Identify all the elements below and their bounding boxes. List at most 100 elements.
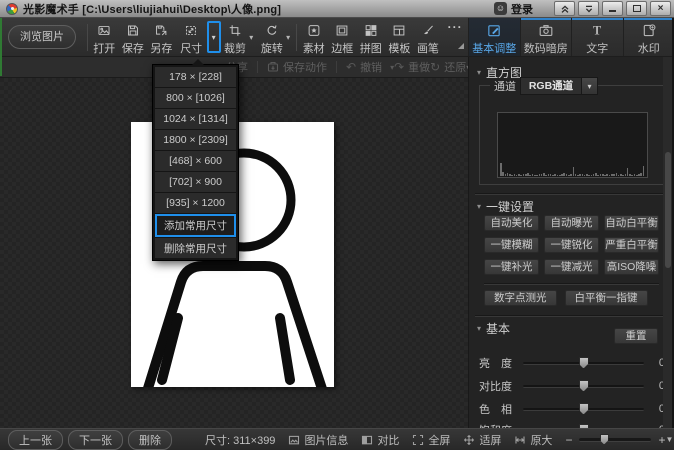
menu-item-size[interactable]: [702] × 900 [155,172,236,192]
auto-exposure-button[interactable]: 自动曝光 [544,215,599,231]
slider-thumb[interactable] [579,403,589,415]
size-dropdown-button[interactable]: ▾ [207,21,221,53]
save-action-button[interactable]: 保存动作 [267,59,327,75]
fit-screen-button[interactable]: 适屏 [463,432,501,448]
compare-button[interactable]: 对比 [361,432,399,448]
tab-label: 水印 [638,40,660,56]
more-tools-button[interactable]: ··· [442,18,468,56]
frame-label: 边框 [331,40,353,56]
expand-panel-button[interactable]: ▼ 展开(1) [665,418,674,450]
crop-dropdown-button[interactable]: ▾ [249,18,257,56]
save-button[interactable]: 保存 [119,18,148,56]
zoom-slider-thumb[interactable] [600,434,609,445]
one-key-reduce-light-button[interactable]: 一键减光 [544,259,599,275]
previous-image-button[interactable]: 上一张 [8,430,63,450]
next-image-button[interactable]: 下一张 [68,430,123,450]
browse-images-button[interactable]: 浏览图片 [8,25,76,49]
material-button[interactable]: 素材 [299,18,328,56]
slider-thumb[interactable] [579,380,589,392]
frame-button[interactable]: 边框 [328,18,357,56]
hue-label: 色 相 [479,401,519,417]
panel-scrollbar[interactable] [663,57,672,428]
rotate-dropdown-button[interactable]: ▾ [286,18,294,56]
brush-label: 画笔 [417,40,439,56]
save-as-button[interactable]: 另存 [147,18,176,56]
maximize-button[interactable] [626,1,647,16]
slider-thumb[interactable] [579,357,589,369]
status-bar: 上一张 下一张 删除 尺寸: 311×399 图片信息 对比 全屏 适屏 原大 … [0,428,674,450]
one-key-blur-button[interactable]: 一键模糊 [484,237,539,253]
onekey-section-header[interactable]: ▾ 一键设置 [477,198,534,215]
toolbar-separator [296,24,297,51]
smiley-icon: ☺ [494,2,507,15]
login-button[interactable]: ☺ 登录 [494,1,533,17]
tab-label: 数码暗房 [524,40,568,56]
zoom-in-button[interactable]: + [658,433,665,447]
collapse-toolbar-button[interactable] [578,1,599,16]
redo-button[interactable]: ↷ 重做 [394,59,430,75]
window-title: 光影魔术手 [C:\Users\liujiahui\Desktop\人像.png… [23,1,281,17]
zoom-slider[interactable] [579,438,651,442]
minimize-icon [609,10,616,12]
one-key-fill-light-button[interactable]: 一键补光 [484,259,539,275]
corner-expand-icon [458,43,464,49]
tab-digital-darkroom[interactable]: 数码暗房 [520,18,572,56]
menu-item-size[interactable]: [935] × 1200 [155,193,236,213]
skin-button[interactable] [554,1,575,16]
tab-watermark[interactable]: 水印 [623,18,674,56]
frame-icon [334,24,350,37]
undo-label: 撤销 [360,59,382,75]
original-size-button[interactable]: 原大 [514,432,552,448]
menu-item-size[interactable]: [468] × 600 [155,151,236,171]
contrast-slider[interactable] [523,385,644,388]
rotate-icon [264,24,280,37]
tab-text[interactable]: T 文字 [571,18,623,56]
auto-beautify-button[interactable]: 自动美化 [484,215,539,231]
white-balance-one-touch-button[interactable]: 白平衡一指键 [565,290,648,306]
undo-button[interactable]: ↶ 撤销 ▾ [346,59,394,75]
basic-section-header[interactable]: ▾ 基本 [477,320,510,337]
fullscreen-button[interactable]: 全屏 [412,432,450,448]
template-button[interactable]: 模板 [385,18,414,56]
scrollbar-thumb[interactable] [665,152,671,268]
size-icon [183,24,199,37]
brush-button[interactable]: 画笔 [414,18,443,56]
brush-icon [420,24,436,37]
reset-button[interactable]: 重置 [614,328,658,344]
auto-white-balance-button[interactable]: 自动白平衡 [604,215,659,231]
actionbar-separator [336,61,337,73]
collage-button[interactable]: 拼图 [357,18,386,56]
toolbar-separator [87,24,88,51]
tab-basic-adjust[interactable]: 基本调整 [468,18,520,56]
menu-item-size[interactable]: 1800 × [2309] [155,130,236,150]
size-button[interactable]: 尺寸 [176,18,207,56]
size-label: 尺寸 [180,40,202,56]
image-info-button[interactable]: 图片信息 [288,432,348,448]
open-button[interactable]: 打开 [90,18,119,56]
channel-select[interactable]: RGB通道 [520,77,582,95]
delete-image-button[interactable]: 删除 [128,430,172,450]
restore-button[interactable]: ↻ 还原 [430,59,466,75]
crop-button[interactable]: 裁剪 [221,18,250,56]
minimize-button[interactable] [602,1,623,16]
high-iso-denoise-button[interactable]: 高ISO降噪 [604,259,659,275]
brightness-slider[interactable] [523,362,644,365]
one-key-sharpen-button[interactable]: 一键锐化 [544,237,599,253]
hue-slider[interactable] [523,408,644,411]
compare-icon [361,434,373,446]
zoom-out-button[interactable]: − [565,433,572,447]
rotate-button[interactable]: 旋转 [258,18,287,56]
menu-item-add-common-size[interactable]: 添加常用尺寸 [155,214,236,237]
menu-item-size[interactable]: 178 × [228] [155,67,236,87]
panel-separator [475,193,666,195]
menu-item-size[interactable]: 800 × [1026] [155,88,236,108]
menu-item-remove-common-size[interactable]: 删除常用尺寸 [155,238,236,258]
digital-spot-metering-button[interactable]: 数字点测光 [484,290,557,306]
close-button[interactable]: × [650,1,671,16]
severe-white-balance-button[interactable]: 严重白平衡 [604,237,659,253]
menu-item-size[interactable]: 1024 × [1314] [155,109,236,129]
size-button-group: 尺寸 ▾ [176,18,221,56]
channel-dropdown-icon[interactable]: ▾ [582,77,598,95]
original-size-icon [514,434,526,446]
ellipsis-icon: ··· [448,20,463,34]
